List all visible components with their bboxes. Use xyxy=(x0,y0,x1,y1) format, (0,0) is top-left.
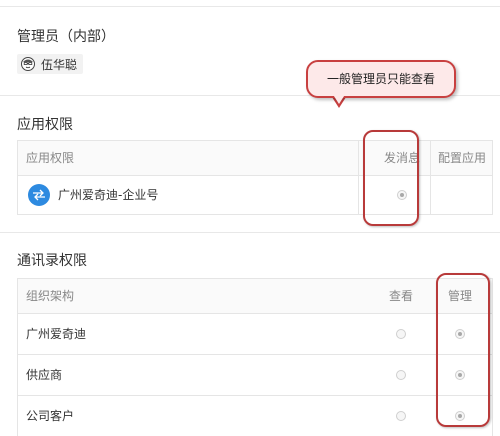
admin-section-title: 管理员（内部） xyxy=(17,29,115,45)
app-permissions-table: 应用权限 发消息 配置应用 广州爱奇迪-企业号 xyxy=(17,140,493,215)
callout-tail-inner xyxy=(332,93,346,104)
divider xyxy=(0,232,500,233)
exchange-arrows-icon xyxy=(28,184,50,206)
view-radio[interactable] xyxy=(396,370,406,380)
table-header: 组织架构 查看 管理 xyxy=(18,279,492,314)
admin-chip[interactable]: 伍华聪 xyxy=(17,54,84,74)
org-name: 广州爱奇迪 xyxy=(26,327,87,341)
annotation-callout: 一般管理员只能查看 xyxy=(306,60,456,98)
contacts-permissions-table: 组织架构 查看 管理 广州爱奇迪 供应商 公司客户 xyxy=(17,278,493,436)
annotation-box-send-message xyxy=(363,130,419,226)
org-name: 公司客户 xyxy=(26,409,75,423)
column-header-org: 组织架构 xyxy=(26,289,75,303)
table-row: 公司客户 xyxy=(18,396,492,436)
table-header: 应用权限 发消息 配置应用 xyxy=(18,141,492,176)
column-separator xyxy=(358,141,359,175)
app-name: 广州爱奇迪-企业号 xyxy=(58,188,159,202)
column-header-view: 查看 xyxy=(389,289,414,303)
column-header-configure: 配置应用 xyxy=(438,151,487,165)
admin-name: 伍华聪 xyxy=(41,57,78,72)
column-header-app: 应用权限 xyxy=(26,151,75,165)
view-radio[interactable] xyxy=(396,411,406,421)
org-name: 供应商 xyxy=(26,368,63,382)
column-separator xyxy=(358,176,359,214)
app-permissions-title: 应用权限 xyxy=(17,117,73,133)
table-row: 广州爱奇迪 xyxy=(18,314,492,355)
view-radio[interactable] xyxy=(396,329,406,339)
table-row: 供应商 xyxy=(18,355,492,396)
column-separator xyxy=(430,176,431,214)
table-row: 广州爱奇迪-企业号 xyxy=(18,176,492,214)
top-divider xyxy=(0,6,500,7)
annotation-box-manage xyxy=(436,273,490,427)
contacts-permissions-title: 通讯录权限 xyxy=(17,253,87,269)
column-separator xyxy=(430,141,431,175)
avatar-icon xyxy=(19,55,37,73)
